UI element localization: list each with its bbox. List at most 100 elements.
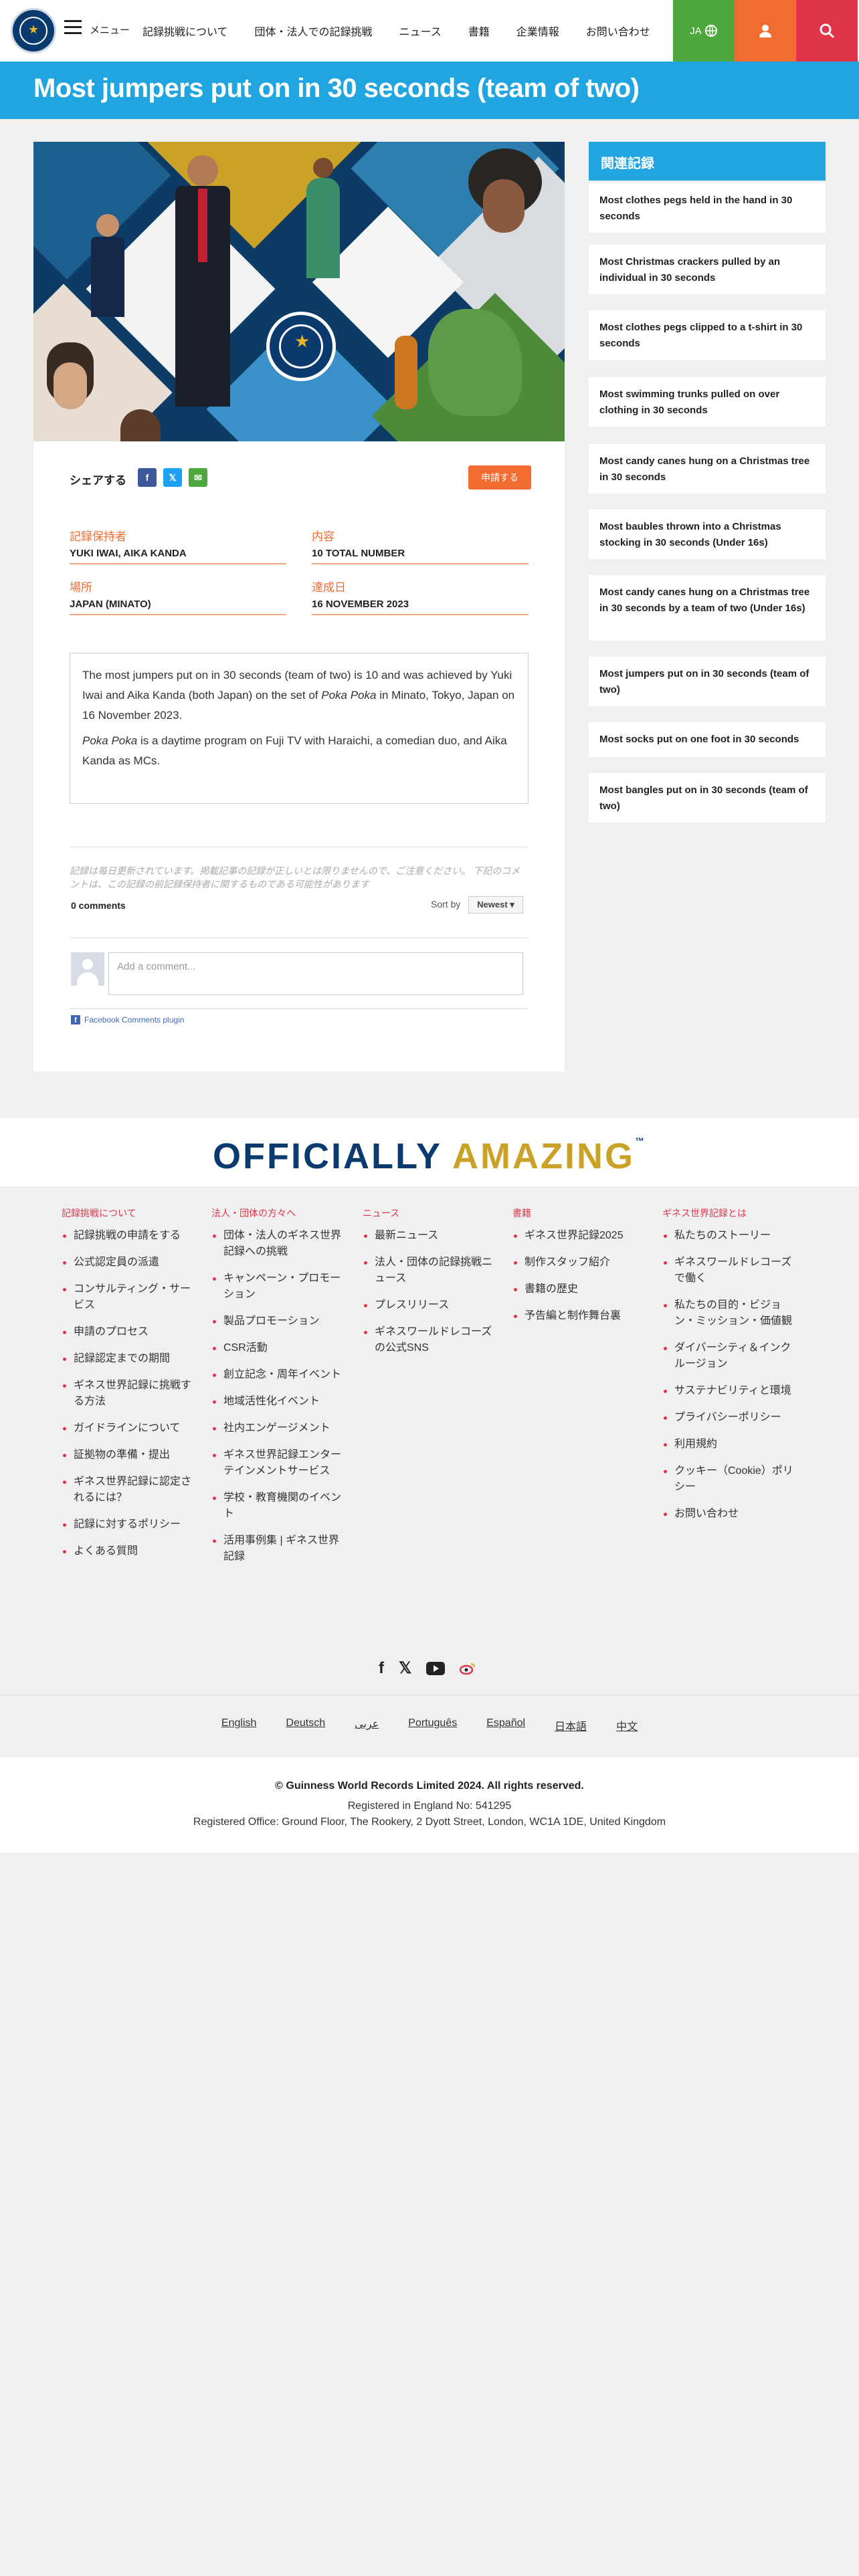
footer-link[interactable]: 記録認定までの期間 [62,1351,195,1367]
account-button[interactable] [735,0,796,62]
footer-column-heading[interactable]: 記録挑戦について [62,1206,195,1220]
footer-column-heading[interactable]: 書籍 [512,1206,649,1220]
related-record-link[interactable]: Most jumpers put on in 30 seconds (team … [589,657,826,706]
field-content: 内容 10 TOTAL NUMBER [312,527,529,564]
related-record-link[interactable]: Most swimming trunks pulled on over clot… [589,377,826,427]
record-card: ★ シェアする f 𝕏 ✉ 申請する 記録保持者 YUKI IWAI, AIKA… [33,142,565,1071]
field-value: JAPAN (MINATO) [70,599,151,610]
facebook-comments-plugin-link[interactable]: f Facebook Comments plugin [71,1015,184,1025]
related-record-link[interactable]: Most clothes pegs clipped to a t-shirt i… [589,310,826,360]
lang-link[interactable]: English [221,1717,256,1733]
related-record-link[interactable]: Most clothes pegs held in the hand in 30… [589,183,826,233]
user-icon [759,25,771,37]
related-record-link[interactable]: Most candy canes hung on a Christmas tre… [589,444,826,494]
footer-link[interactable]: お問い合わせ [662,1506,799,1522]
footer-column-heading[interactable]: 法人・団体の方々へ [211,1206,348,1220]
email-share-icon[interactable]: ✉ [189,468,207,487]
footer-link[interactable]: ダイバーシティ＆インクルージョン [662,1340,799,1372]
lang-link[interactable]: عربى [355,1717,379,1733]
footer-link[interactable]: 予告編と制作舞台裏 [512,1308,649,1324]
related-record-link[interactable]: Most bangles put on in 30 seconds (team … [589,773,826,823]
footer-link[interactable]: キャンペーン・プロモーション [211,1271,348,1303]
footer-link[interactable]: プライバシーポリシー [662,1410,799,1426]
nav-item-business[interactable]: 団体・法人での記録挑戦 [255,23,373,39]
nav-item-news[interactable]: ニュース [399,23,442,39]
office-address: Registered Office: Ground Floor, The Roo… [193,1816,666,1828]
footer-link[interactable]: プレスリリース [363,1297,499,1313]
banner-word-1: OFFICIALLY [213,1136,442,1176]
related-record-link[interactable]: Most Christmas crackers pulled by an ind… [589,245,826,294]
field-value: 10 TOTAL NUMBER [312,548,405,559]
footer-link[interactable]: 記録に対するポリシー [62,1517,195,1533]
lang-link[interactable]: 日本語 [555,1717,587,1733]
footer-link[interactable]: 私たちのストーリー [662,1228,799,1244]
footer-link[interactable]: 最新ニュース [363,1228,499,1244]
footer-link[interactable]: 証拠物の準備・提出 [62,1447,195,1463]
footer-link[interactable]: 活用事例集 | ギネス世界記録 [211,1533,348,1565]
footer-link[interactable]: 制作スタッフ紹介 [512,1255,649,1271]
footer-link[interactable]: ギネスワールドレコーズの公式SNS [363,1324,499,1356]
lang-link[interactable]: Deutsch [286,1717,325,1733]
footer-column-heading[interactable]: ギネス世界記録とは [662,1206,799,1220]
sort-label: Sort by [431,899,461,909]
related-record-link[interactable]: Most candy canes hung on a Christmas tre… [589,575,826,641]
gwr-logo[interactable]: ★ [11,8,56,53]
lang-link[interactable]: 中文 [616,1717,638,1733]
footer-link[interactable]: ガイドラインについて [62,1420,195,1436]
footer-link[interactable]: 記録挑戦の申請をする [62,1228,195,1244]
footer-link[interactable]: 申請のプロセス [62,1324,195,1340]
gwr-badge-logo: ★ [266,312,336,381]
search-button[interactable] [796,0,858,62]
comments-count: 0 comments [71,900,126,911]
footer-link[interactable]: ギネス世界記録エンターテインメントサービス [211,1447,348,1479]
hamburger-menu-icon[interactable] [64,20,82,36]
footer-link[interactable]: 公式認定員の派遣 [62,1255,195,1271]
footer-link[interactable]: ギネス世界記録に認定されるには？ [62,1474,195,1506]
footer-link[interactable]: 製品プロモーション [211,1313,348,1329]
menu-label[interactable]: メニュー [90,23,130,37]
footer-link[interactable]: 書籍の歴史 [512,1281,649,1297]
related-record-link[interactable]: Most baubles thrown into a Christmas sto… [589,510,826,559]
weibo-icon[interactable] [460,1662,476,1675]
x-icon[interactable]: 𝕏 [399,1658,411,1678]
sort-dropdown[interactable]: Newest ▾ [468,896,523,914]
related-record-link[interactable]: Most socks put on one foot in 30 seconds [589,722,826,757]
language-code: JA [690,25,702,37]
comment-input[interactable]: Add a comment... [108,952,523,995]
footer-link[interactable]: 私たちの目的・ビジョン・ミッション・価値観 [662,1297,799,1329]
footer-column-heading[interactable]: ニュース [363,1206,499,1220]
footer-link[interactable]: 地域活性化イベント [211,1394,348,1410]
footer-link[interactable]: 法人・団体の記録挑戦ニュース [363,1255,499,1287]
facebook-icon[interactable]: f [379,1659,384,1678]
footer-link[interactable]: ギネスワールドレコーズで働く [662,1255,799,1287]
footer-link[interactable]: 団体・法人のギネス世界記録への挑戦 [211,1228,348,1260]
footer-link[interactable]: ギネス世界記録2025 [512,1228,649,1244]
lang-link[interactable]: Português [408,1717,457,1733]
footer-link[interactable]: 社内エンゲージメント [211,1420,348,1436]
footer-link[interactable]: 学校・教育機関のイベント [211,1490,348,1522]
apply-button[interactable]: 申請する [468,465,531,490]
footer-column: 記録挑戦について 記録挑戦の申請をする 公式認定員の派遣 コンサルティング・サー… [62,1206,195,1570]
banner-word-2: AMAZING [452,1136,635,1176]
footer-link[interactable]: ギネス世界記録に挑戦する方法 [62,1378,195,1410]
page-title: Most jumpers put on in 30 seconds (team … [33,74,640,103]
nav-item-records[interactable]: 記録挑戦について [142,23,228,39]
nav-item-company[interactable]: 企業情報 [516,23,559,39]
footer-link[interactable]: 利用規約 [662,1436,799,1453]
footer-link[interactable]: コンサルティング・サービス [62,1281,195,1313]
social-links: f 𝕏 [379,1658,476,1678]
x-share-icon[interactable]: 𝕏 [163,468,182,487]
nav-item-contact[interactable]: お問い合わせ [586,23,650,39]
lang-link[interactable]: Español [486,1717,525,1733]
language-button[interactable]: JA [673,0,735,62]
facebook-share-icon[interactable]: f [138,468,157,487]
related-records-heading: 関連記録 [589,142,826,181]
footer-link[interactable]: サステナビリティと環境 [662,1383,799,1399]
youtube-icon[interactable] [426,1661,446,1675]
footer-link[interactable]: CSR活動 [211,1340,348,1356]
footer-link[interactable]: クッキー（Cookie）ポリシー [662,1463,799,1495]
footer-link[interactable]: よくある質問 [62,1543,195,1560]
nav-item-books[interactable]: 書籍 [468,23,490,39]
footer-link[interactable]: 創立記念・周年イベント [211,1367,348,1383]
share-label: シェアする [70,474,126,487]
